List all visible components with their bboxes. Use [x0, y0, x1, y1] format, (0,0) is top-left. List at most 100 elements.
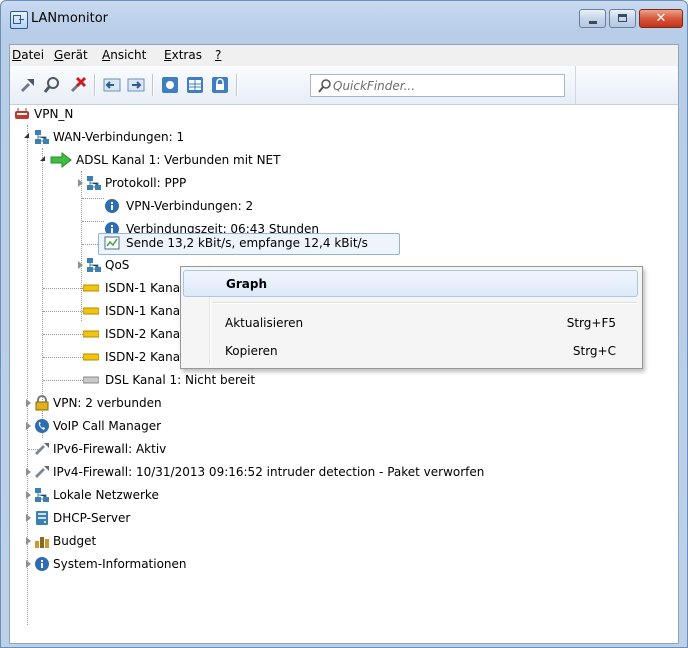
context-menu-kopieren[interactable]: Kopieren Strg+C — [183, 338, 638, 365]
quickfinder-input[interactable]: QuickFinder... — [310, 74, 565, 97]
menu-ansicht-mnemonic: A — [102, 48, 111, 62]
firewall-icon — [35, 443, 49, 455]
lanmonitor-app-icon — [10, 11, 28, 29]
minimize-button[interactable] — [579, 9, 606, 28]
toolbar-separator — [94, 74, 96, 96]
menu-geraet[interactable]: Gerät — [54, 48, 88, 62]
menu-extras[interactable]: Extras — [164, 48, 202, 62]
vpn-lock-icon — [35, 395, 49, 411]
context-menu: Graph Aktualisieren Strg+F5 Kopieren Str… — [180, 266, 643, 369]
tree-label: VPN-Verbindungen: 2 — [126, 199, 254, 213]
menu-datei[interactable]: Datei — [12, 48, 44, 62]
table-icon[interactable] — [185, 75, 205, 95]
tree-label: DSL Kanal 1: Nicht bereit — [105, 373, 256, 387]
tree-label: DHCP-Server — [53, 511, 131, 525]
tree-guide — [43, 311, 83, 312]
network-icon — [87, 176, 101, 190]
context-menu-shortcut: Strg+C — [572, 344, 616, 358]
tree-label: VPN_N — [34, 107, 74, 121]
context-menu-separator — [212, 302, 637, 304]
connect-icon[interactable] — [18, 75, 38, 95]
menu-ansicht[interactable]: Ansicht — [102, 48, 146, 62]
context-menu-shortcut: Strg+F5 — [566, 316, 616, 330]
channel-ready-icon — [83, 353, 99, 361]
expand-icon[interactable] — [26, 514, 31, 522]
tree-label: VPN: 2 verbunden — [53, 396, 162, 410]
lock-icon[interactable] — [210, 75, 230, 95]
menu-ansicht-label: nsicht — [110, 48, 147, 62]
minimize-icon — [589, 21, 597, 24]
channel-ready-icon — [83, 330, 99, 338]
search-icon — [318, 79, 331, 93]
network-icon — [35, 488, 49, 502]
tree-label: WAN-Verbindungen: 1 — [53, 130, 185, 144]
toolbar-separator — [236, 74, 238, 96]
tree-label: ISDN-1 Kana — [105, 304, 181, 318]
expand-icon[interactable] — [26, 399, 31, 407]
expand-icon[interactable] — [24, 133, 29, 138]
tree-label: IPv4-Firewall: 10/31/2013 09:16:52 intru… — [53, 465, 485, 479]
tree-guide — [43, 288, 83, 289]
context-menu-label: Kopieren — [225, 344, 278, 358]
remove-icon[interactable] — [68, 75, 88, 95]
tree-guide — [82, 244, 98, 245]
connected-arrow-icon — [50, 152, 72, 168]
network-icon — [87, 258, 101, 272]
server-icon — [36, 511, 48, 525]
menu-help[interactable]: ? — [215, 48, 221, 62]
firewall-icon — [35, 466, 49, 478]
tree-guide — [43, 380, 83, 381]
tree-guide — [82, 221, 104, 222]
info-icon — [105, 199, 119, 213]
expand-icon[interactable] — [40, 156, 45, 161]
expand-icon[interactable] — [78, 179, 83, 187]
window-title: LANmonitor — [31, 11, 109, 26]
tree-label: System-Informationen — [53, 557, 187, 571]
tree-guide — [43, 357, 83, 358]
back-icon[interactable] — [102, 75, 122, 95]
channel-ready-icon — [83, 307, 99, 315]
menu-help-mnemonic: ? — [215, 48, 222, 62]
info-icon — [35, 557, 49, 571]
close-button[interactable]: ✕ — [639, 9, 683, 28]
toolbar-separator — [152, 74, 154, 96]
menu-geraet-mnemonic: G — [54, 48, 64, 62]
title-bar[interactable]: LANmonitor ✕ — [1, 1, 687, 41]
tree-guide — [82, 198, 104, 199]
context-menu-label: Graph — [226, 277, 267, 291]
context-menu-label: Aktualisieren — [225, 316, 304, 330]
expand-icon[interactable] — [26, 537, 31, 545]
menu-extras-label: xtras — [171, 48, 202, 62]
expand-icon[interactable] — [26, 468, 31, 476]
tree-guide — [81, 171, 82, 321]
expand-icon[interactable] — [26, 491, 31, 499]
quickfinder-placeholder: QuickFinder... — [333, 79, 416, 93]
tree-guide — [43, 334, 83, 335]
tree-label: Budget — [53, 534, 97, 548]
tree-label: Lokale Netzwerke — [53, 488, 159, 502]
menu-geraet-label: erät — [63, 48, 88, 62]
router-icon — [15, 108, 29, 119]
expand-icon[interactable] — [78, 261, 83, 269]
tree-label: Sende 13,2 kBit/s, empfange 12,4 kBit/s — [126, 236, 368, 250]
tree-label: ADSL Kanal 1: Verbunden mit NET — [76, 153, 281, 167]
config-icon[interactable] — [160, 75, 180, 95]
close-icon: ✕ — [655, 11, 667, 26]
context-menu-aktualisieren[interactable]: Aktualisieren Strg+F5 — [183, 310, 638, 337]
maximize-button[interactable] — [609, 9, 636, 28]
tree-guide — [27, 125, 28, 625]
forward-icon[interactable] — [126, 75, 146, 95]
toolbar: QuickFinder... — [10, 66, 678, 105]
expand-icon[interactable] — [26, 422, 31, 430]
tree-label: Protokoll: PPP — [105, 176, 187, 190]
search-device-icon[interactable] — [43, 75, 63, 95]
device-tree: VPN_N WAN-Verbindungen: 1 ADSL Kanal 1: … — [10, 105, 678, 645]
menu-datei-mnemonic: D — [12, 48, 22, 62]
channel-not-ready-icon — [83, 376, 99, 384]
expand-icon[interactable] — [26, 560, 31, 568]
network-icon — [35, 130, 49, 144]
context-menu-graph[interactable]: Graph — [183, 270, 638, 297]
budget-icon — [35, 537, 49, 548]
tree-label: IPv6-Firewall: Aktiv — [53, 442, 167, 456]
toolbar-divider — [575, 66, 576, 104]
